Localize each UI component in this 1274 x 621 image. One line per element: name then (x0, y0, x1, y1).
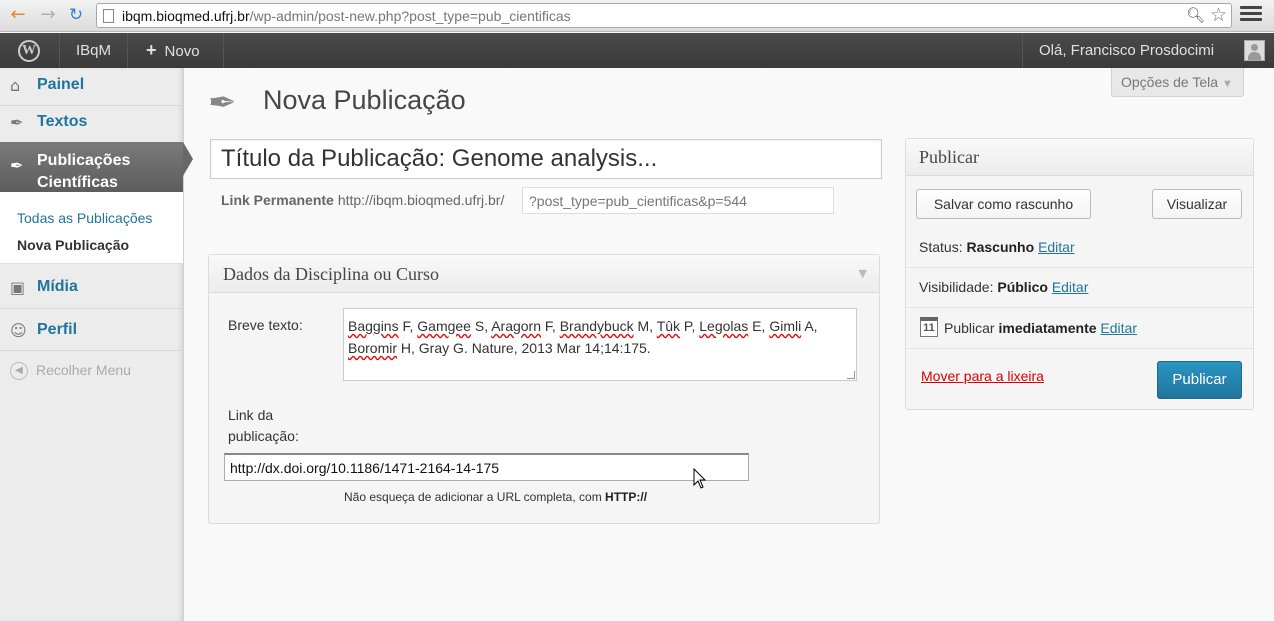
greeting-text: Olá, Francisco Prosdocimi (1039, 42, 1215, 59)
browser-menu-icon[interactable] (1240, 6, 1262, 26)
sidebar-item-perfil[interactable]: ☺ Perfil (0, 321, 183, 345)
course-data-metabox: Dados da Disciplina ou Curso ▼ Breve tex… (208, 254, 880, 524)
divider (907, 307, 1253, 308)
divider (907, 348, 1253, 349)
new-content-button[interactable]: + Novo (128, 33, 224, 68)
page-title: Nova Publicação (263, 85, 466, 115)
visibility-row: Visibilidade: Público Editar (919, 279, 1089, 295)
divider (907, 267, 1253, 268)
browser-toolbar: ← → ↻ ibqm.bioqmed.ufrj.br/wp-admin/post… (0, 0, 1274, 32)
wordpress-logo-icon: W (18, 40, 40, 62)
collapse-menu-button[interactable]: ◀ Recolher Menu (10, 362, 131, 381)
link-label: Link da publicação: (228, 407, 299, 444)
publish-button[interactable]: Publicar (1157, 361, 1242, 399)
sidebar-divider (0, 105, 183, 106)
sidebar-item-midia[interactable]: ▣ Mídia (0, 278, 183, 302)
status-row: Status: Rascunho Editar (919, 239, 1075, 255)
link-hint: Não esqueça de adicionar a URL completa,… (344, 490, 648, 504)
resize-handle[interactable] (847, 371, 855, 379)
publication-link-input[interactable] (224, 453, 749, 481)
pushpin-icon: ✒ (10, 113, 24, 132)
toggle-arrow-icon[interactable]: ▼ (859, 255, 867, 293)
sidebar-item-textos[interactable]: ✒ Textos (0, 113, 183, 137)
submenu-item-todas[interactable]: Todas as Publicações (17, 210, 152, 226)
publish-time-row: Publicar imediatamente Editar (944, 320, 1137, 336)
save-draft-button[interactable]: Salvar como rascunho (916, 189, 1091, 219)
edit-status-link[interactable]: Editar (1038, 239, 1075, 255)
metabox-header[interactable]: Dados da Disciplina ou Curso ▼ (209, 255, 879, 293)
users-icon: ☺ (10, 321, 27, 340)
zoom-icon[interactable]: 🔍︎ (1186, 6, 1205, 24)
breve-text: Baggins F, Gamgee S, Aragorn F, Brandybu… (348, 318, 818, 356)
move-to-trash-link[interactable]: Mover para a lixeira (921, 368, 1044, 384)
screen-options-button[interactable]: Opções de Tela ▼ (1111, 68, 1244, 97)
sidebar-item-label-line2: Científicas (37, 174, 118, 191)
post-title-input[interactable] (210, 139, 882, 179)
permalink-base: http://ibqm.bioqmed.ufrj.br/ (337, 192, 505, 208)
new-label: Novo (164, 43, 200, 60)
wordpress-logo-button[interactable]: W (0, 33, 60, 68)
sidebar-submenu: Todas as Publicações Nova Publicação (0, 192, 183, 264)
breve-label: Breve texto: (228, 317, 303, 333)
address-bar[interactable]: ibqm.bioqmed.ufrj.br/wp-admin/post-new.p… (96, 3, 1232, 28)
back-arrow-icon[interactable]: ← (6, 4, 30, 26)
sidebar-item-label-line1: Publicações (37, 152, 131, 169)
publish-box: Publicar Salvar como rascunho Visualizar… (905, 138, 1254, 410)
pushpin-icon: ✒ (10, 156, 24, 175)
avatar[interactable] (1244, 40, 1265, 61)
admin-bar: W IBqM + Novo Olá, Francisco Prosdocimi (0, 33, 1274, 68)
submenu-item-nova[interactable]: Nova Publicação (17, 237, 129, 253)
publish-box-title: Publicar (906, 139, 1253, 176)
plus-icon: + (146, 40, 157, 60)
current-menu-arrow (183, 142, 193, 176)
reload-icon[interactable]: ↻ (64, 4, 88, 26)
admin-sidebar: ⌂ Painel ✒ Textos ✒ Publicações Científic… (0, 68, 193, 621)
publish-time-value: imediatamente (998, 320, 1097, 336)
pushpin-icon: ✒ (208, 83, 237, 123)
sidebar-divider (0, 350, 183, 351)
collapse-label: Recolher Menu (36, 362, 131, 378)
chevron-down-icon: ▼ (1222, 78, 1233, 90)
sidebar-item-painel[interactable]: ⌂ Painel (0, 76, 183, 100)
forward-arrow-icon[interactable]: → (36, 4, 60, 26)
breve-textarea[interactable]: Baggins F, Gamgee S, Aragorn F, Brandybu… (343, 308, 857, 381)
page-icon (103, 9, 114, 23)
permalink-label: Link Permanente (221, 192, 334, 208)
sidebar-divider (0, 308, 183, 309)
bookmark-star-icon[interactable]: ☆ (1210, 4, 1227, 26)
home-icon: ⌂ (10, 76, 21, 95)
site-name-link[interactable]: IBqM (60, 33, 128, 68)
preview-button[interactable]: Visualizar (1152, 189, 1242, 219)
sidebar-item-publicacoes-cientificas[interactable]: ✒ Publicações Científicas (0, 142, 183, 192)
url-text[interactable]: ibqm.bioqmed.ufrj.br/wp-admin/post-new.p… (122, 8, 571, 24)
mouse-cursor-icon (693, 468, 707, 489)
metabox-title: Dados da Disciplina ou Curso (223, 264, 439, 284)
account-menu[interactable]: Olá, Francisco Prosdocimi (1022, 33, 1274, 68)
edit-publish-time-link[interactable]: Editar (1100, 320, 1137, 336)
status-value: Rascunho (966, 239, 1035, 255)
permalink-row: Link Permanente http://ibqm.bioqmed.ufrj.… (221, 192, 504, 208)
edit-visibility-link[interactable]: Editar (1052, 279, 1089, 295)
camera-icon: ▣ (10, 278, 26, 297)
visibility-value: Público (997, 279, 1048, 295)
slug-input[interactable] (522, 187, 834, 214)
collapse-arrow-icon: ◀ (10, 362, 28, 381)
